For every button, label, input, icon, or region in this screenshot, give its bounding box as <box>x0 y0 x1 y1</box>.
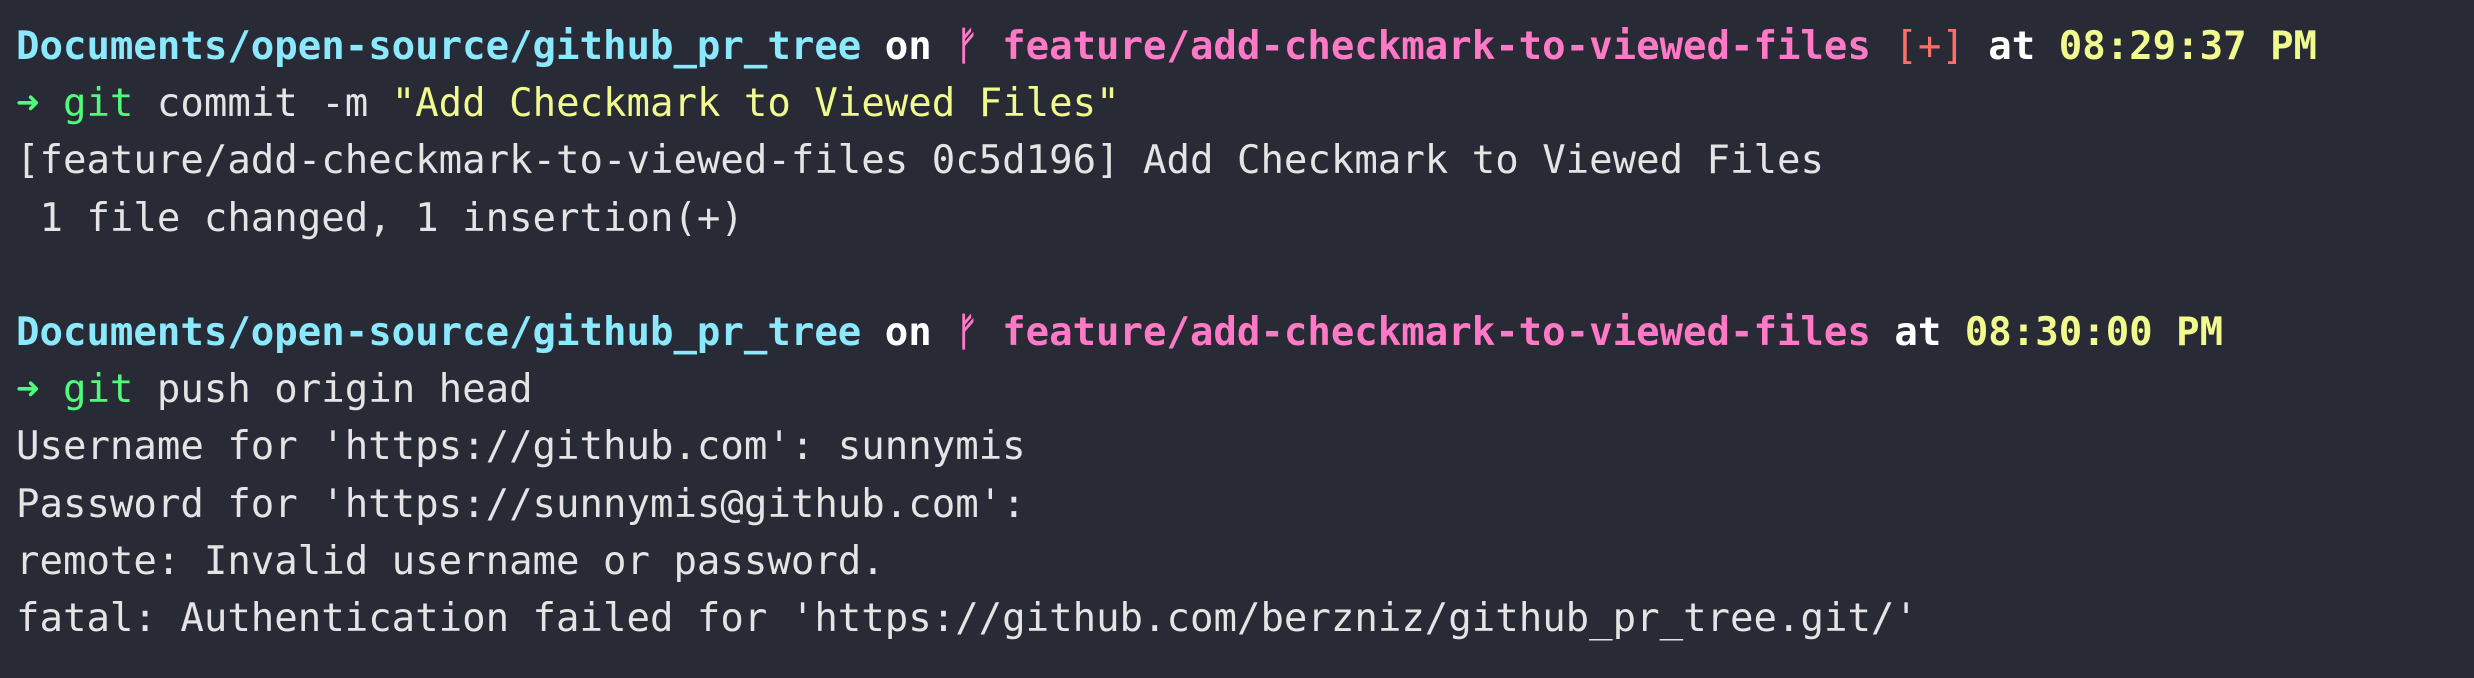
prompt-on-label: on <box>884 24 932 69</box>
output-line: [feature/add-checkmark-to-viewed-files 0… <box>16 138 1824 184</box>
prompt-path: Documents/open-source/github_pr_tree <box>16 309 862 355</box>
prompt-line: Documents/open-source/github_pr_tree on … <box>16 304 2474 361</box>
command-args: push origin head <box>156 367 533 413</box>
git-branch-icon: ᚠ <box>955 24 979 69</box>
output-line: fatal: Authentication failed for 'https:… <box>16 595 1918 641</box>
command-string-arg: "Add Checkmark to Viewed Files" <box>391 81 1120 127</box>
prompt-at-label: at <box>1894 309 1942 355</box>
output-line: remote: Invalid username or password. <box>16 538 885 584</box>
command-line: ➜ git push origin head <box>16 361 2474 418</box>
prompt-at-label: at <box>1988 24 2036 69</box>
terminal-window[interactable]: Documents/open-source/github_pr_tree on … <box>0 0 2474 678</box>
dirty-indicator: [+] <box>1894 24 1965 69</box>
prompt-time: 08:29:37 PM <box>2058 24 2318 69</box>
git-branch-icon: ᚠ <box>955 309 979 355</box>
prompt-on-label: on <box>884 309 932 355</box>
prompt-line: Documents/open-source/github_pr_tree on … <box>16 18 2474 75</box>
command-args: commit -m <box>156 81 369 127</box>
arrow-icon: ➜ <box>16 367 40 413</box>
output-line: Username for 'https://github.com': sunny… <box>16 424 1026 470</box>
command-name: git <box>62 367 134 413</box>
prompt-branch: feature/add-checkmark-to-viewed-files <box>1002 24 1871 69</box>
prompt-time: 08:30:00 PM <box>1964 309 2224 355</box>
output-line: Password for 'https://sunnymis@github.co… <box>16 481 1026 527</box>
command-line: ➜ git commit -m "Add Checkmark to Viewed… <box>16 75 2474 132</box>
command-name: git <box>62 81 134 127</box>
prompt-path: Documents/open-source/github_pr_tree <box>16 24 862 69</box>
prompt-branch: feature/add-checkmark-to-viewed-files <box>1002 309 1871 355</box>
output-line: 1 file changed, 1 insertion(+) <box>16 195 744 241</box>
arrow-icon: ➜ <box>16 81 40 127</box>
